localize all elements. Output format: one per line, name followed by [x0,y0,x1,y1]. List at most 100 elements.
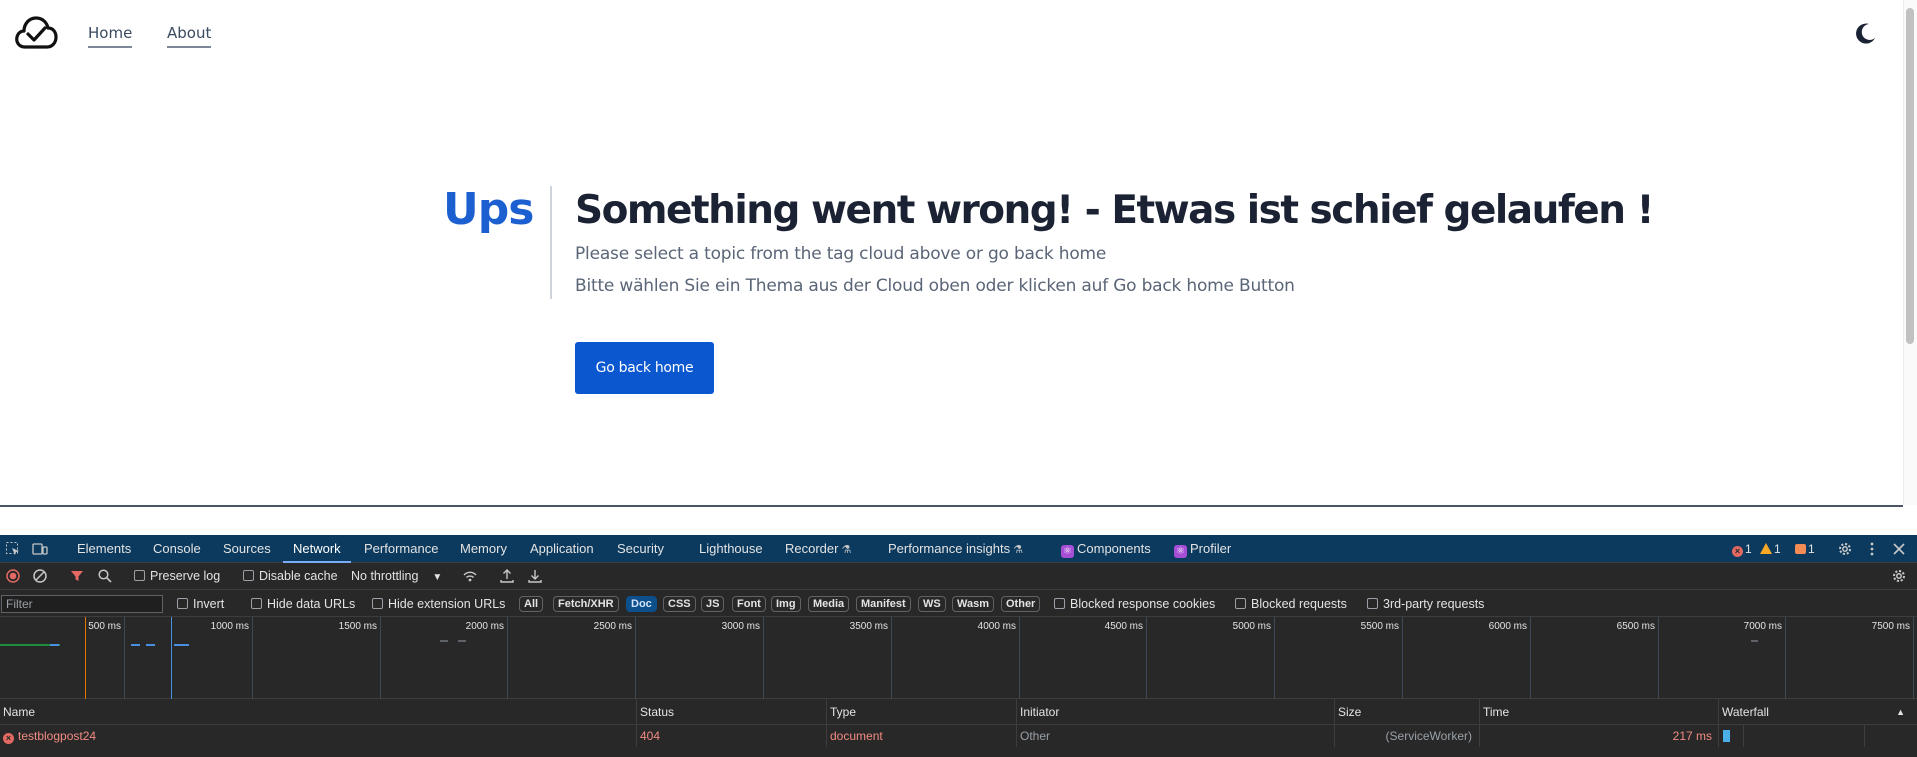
chevron-down-icon: ▼ [432,572,443,583]
overview-bar [146,644,155,646]
load-event-marker [171,617,172,699]
filter-chip-font[interactable]: Font [732,596,766,612]
tab-recorder[interactable]: Recorder ⚗ [785,535,851,563]
overview-gridline [380,617,381,699]
hide-data-urls-checkbox[interactable]: Hide data URLs [251,596,355,612]
column-size[interactable]: Size [1334,699,1479,725]
disable-cache-checkbox[interactable]: Disable cache [243,568,338,584]
filter-chip-all[interactable]: All [519,596,544,612]
overview-gridline [252,617,253,699]
settings-gear-icon[interactable] [1837,541,1853,557]
hide-extension-urls-checkbox[interactable]: Hide extension URLs [372,596,505,612]
row-name-cell[interactable]: × testblogpost24 [0,725,636,747]
filter-chip-wasm[interactable]: Wasm [952,596,994,612]
nav-about-link[interactable]: About [167,24,212,48]
network-settings-gear-icon[interactable] [1891,568,1907,584]
nav-home-link[interactable]: Home [88,24,133,48]
tab-profiler-label: Profiler [1190,541,1232,556]
overview-gridline [1019,617,1020,699]
third-party-requests-checkbox[interactable]: 3rd-party requests [1367,596,1484,612]
overview-gridline [124,617,125,699]
page-scrollbar-thumb[interactable] [1906,8,1914,344]
overview-bar [50,644,59,646]
overview-gridline [1785,617,1786,699]
sort-ascending-icon: ▲ [1896,707,1905,717]
overview-tick-label: 1500 ms [338,621,377,632]
overview-tick-label: 2000 ms [465,621,504,632]
more-options-icon[interactable] [1864,541,1880,557]
overview-tick-label: 2500 ms [593,621,632,632]
overview-gridline [1146,617,1147,699]
checkbox-box [372,598,383,609]
clear-icon[interactable] [32,568,48,584]
column-name[interactable]: Name [0,699,636,725]
filter-chip-other[interactable]: Other [1001,596,1041,612]
warning-count-badge[interactable]: 1 [1760,542,1781,556]
close-icon[interactable] [1891,541,1907,557]
column-time[interactable]: Time [1479,699,1718,725]
filter-chip-manifest[interactable]: Manifest [856,596,911,612]
error-count-badge[interactable]: × 1 [1732,542,1752,557]
overview-tick-label: 3500 ms [849,621,888,632]
tab-performance-insights[interactable]: Performance insights ⚗ [888,535,1023,563]
tab-components-label: Components [1077,541,1151,556]
filter-icon[interactable] [69,568,85,584]
column-waterfall-label: Waterfall [1722,705,1769,719]
tab-components[interactable]: ⚛ Components [1061,535,1151,563]
throttling-select[interactable]: No throttling ▼ [351,568,442,586]
tab-network[interactable]: Network [283,535,351,563]
issues-icon [1795,544,1806,554]
tab-sources[interactable]: Sources [223,535,271,563]
throttling-value: No throttling [351,569,419,583]
filter-chip-css[interactable]: CSS [663,596,696,612]
overview-bar [174,644,189,646]
filter-chip-img[interactable]: Img [771,596,801,612]
filter-chip-media[interactable]: Media [808,596,850,612]
search-icon[interactable] [97,568,113,584]
tab-lighthouse[interactable]: Lighthouse [699,535,763,563]
go-back-home-button[interactable]: Go back home [575,342,714,394]
tab-console[interactable]: Console [153,535,201,563]
filter-chip-fetch-xhr[interactable]: Fetch/XHR [553,596,619,612]
viewport-bottom-line [0,505,1903,507]
filter-chip-ws[interactable]: WS [918,596,946,612]
device-toolbar-icon[interactable] [32,541,48,557]
filter-chip-doc[interactable]: Doc [626,596,657,612]
tab-elements[interactable]: Elements [77,535,131,563]
row-size: (ServiceWorker) [1334,725,1479,747]
tab-profiler[interactable]: ⚛ Profiler [1174,535,1231,563]
tab-security[interactable]: Security [617,535,664,563]
website-viewport: Home About Ups Something went wrong! - E… [0,0,1917,535]
blocked-requests-checkbox[interactable]: Blocked requests [1235,596,1347,612]
third-party-requests-label: 3rd-party requests [1383,597,1485,611]
filter-chip-js[interactable]: JS [701,596,725,612]
export-har-icon[interactable] [527,568,543,584]
error-icon: × [1732,546,1743,557]
inspect-element-icon[interactable] [5,541,21,557]
row-time: 217 ms [1479,725,1718,747]
moon-icon[interactable] [1852,21,1878,47]
network-overview-timeline[interactable]: 500 ms 1000 ms 1500 ms 2000 ms 2500 ms 3000 m… [0,617,1917,699]
column-status[interactable]: Status [636,699,826,725]
invert-checkbox[interactable]: Invert [177,596,224,612]
record-stop-icon[interactable] [5,568,21,584]
blocked-response-cookies-checkbox[interactable]: Blocked response cookies [1054,596,1215,612]
devtools-panel: Elements Console Sources Network Perform… [0,535,1917,757]
import-har-icon[interactable] [499,568,515,584]
preserve-log-checkbox[interactable]: Preserve log [134,568,220,584]
filter-input[interactable]: Filter [1,595,163,613]
tab-application[interactable]: Application [530,535,594,563]
column-type[interactable]: Type [826,699,1016,725]
overview-tick-label: 6000 ms [1488,621,1527,632]
hide-data-urls-label: Hide data URLs [267,597,356,611]
overview-tick-label: 3000 ms [721,621,760,632]
issues-count-badge[interactable]: 1 [1795,542,1815,556]
column-initiator[interactable]: Initiator [1016,699,1334,725]
column-waterfall[interactable]: Waterfall ▲ [1718,699,1917,725]
network-conditions-icon[interactable] [462,568,478,584]
tab-memory[interactable]: Memory [460,535,507,563]
tab-performance[interactable]: Performance [364,535,438,563]
cloud-check-logo-icon[interactable] [14,14,58,52]
table-row[interactable]: × testblogpost24 404 document Other (Serv… [0,725,1917,747]
checkbox-box [1235,598,1246,609]
